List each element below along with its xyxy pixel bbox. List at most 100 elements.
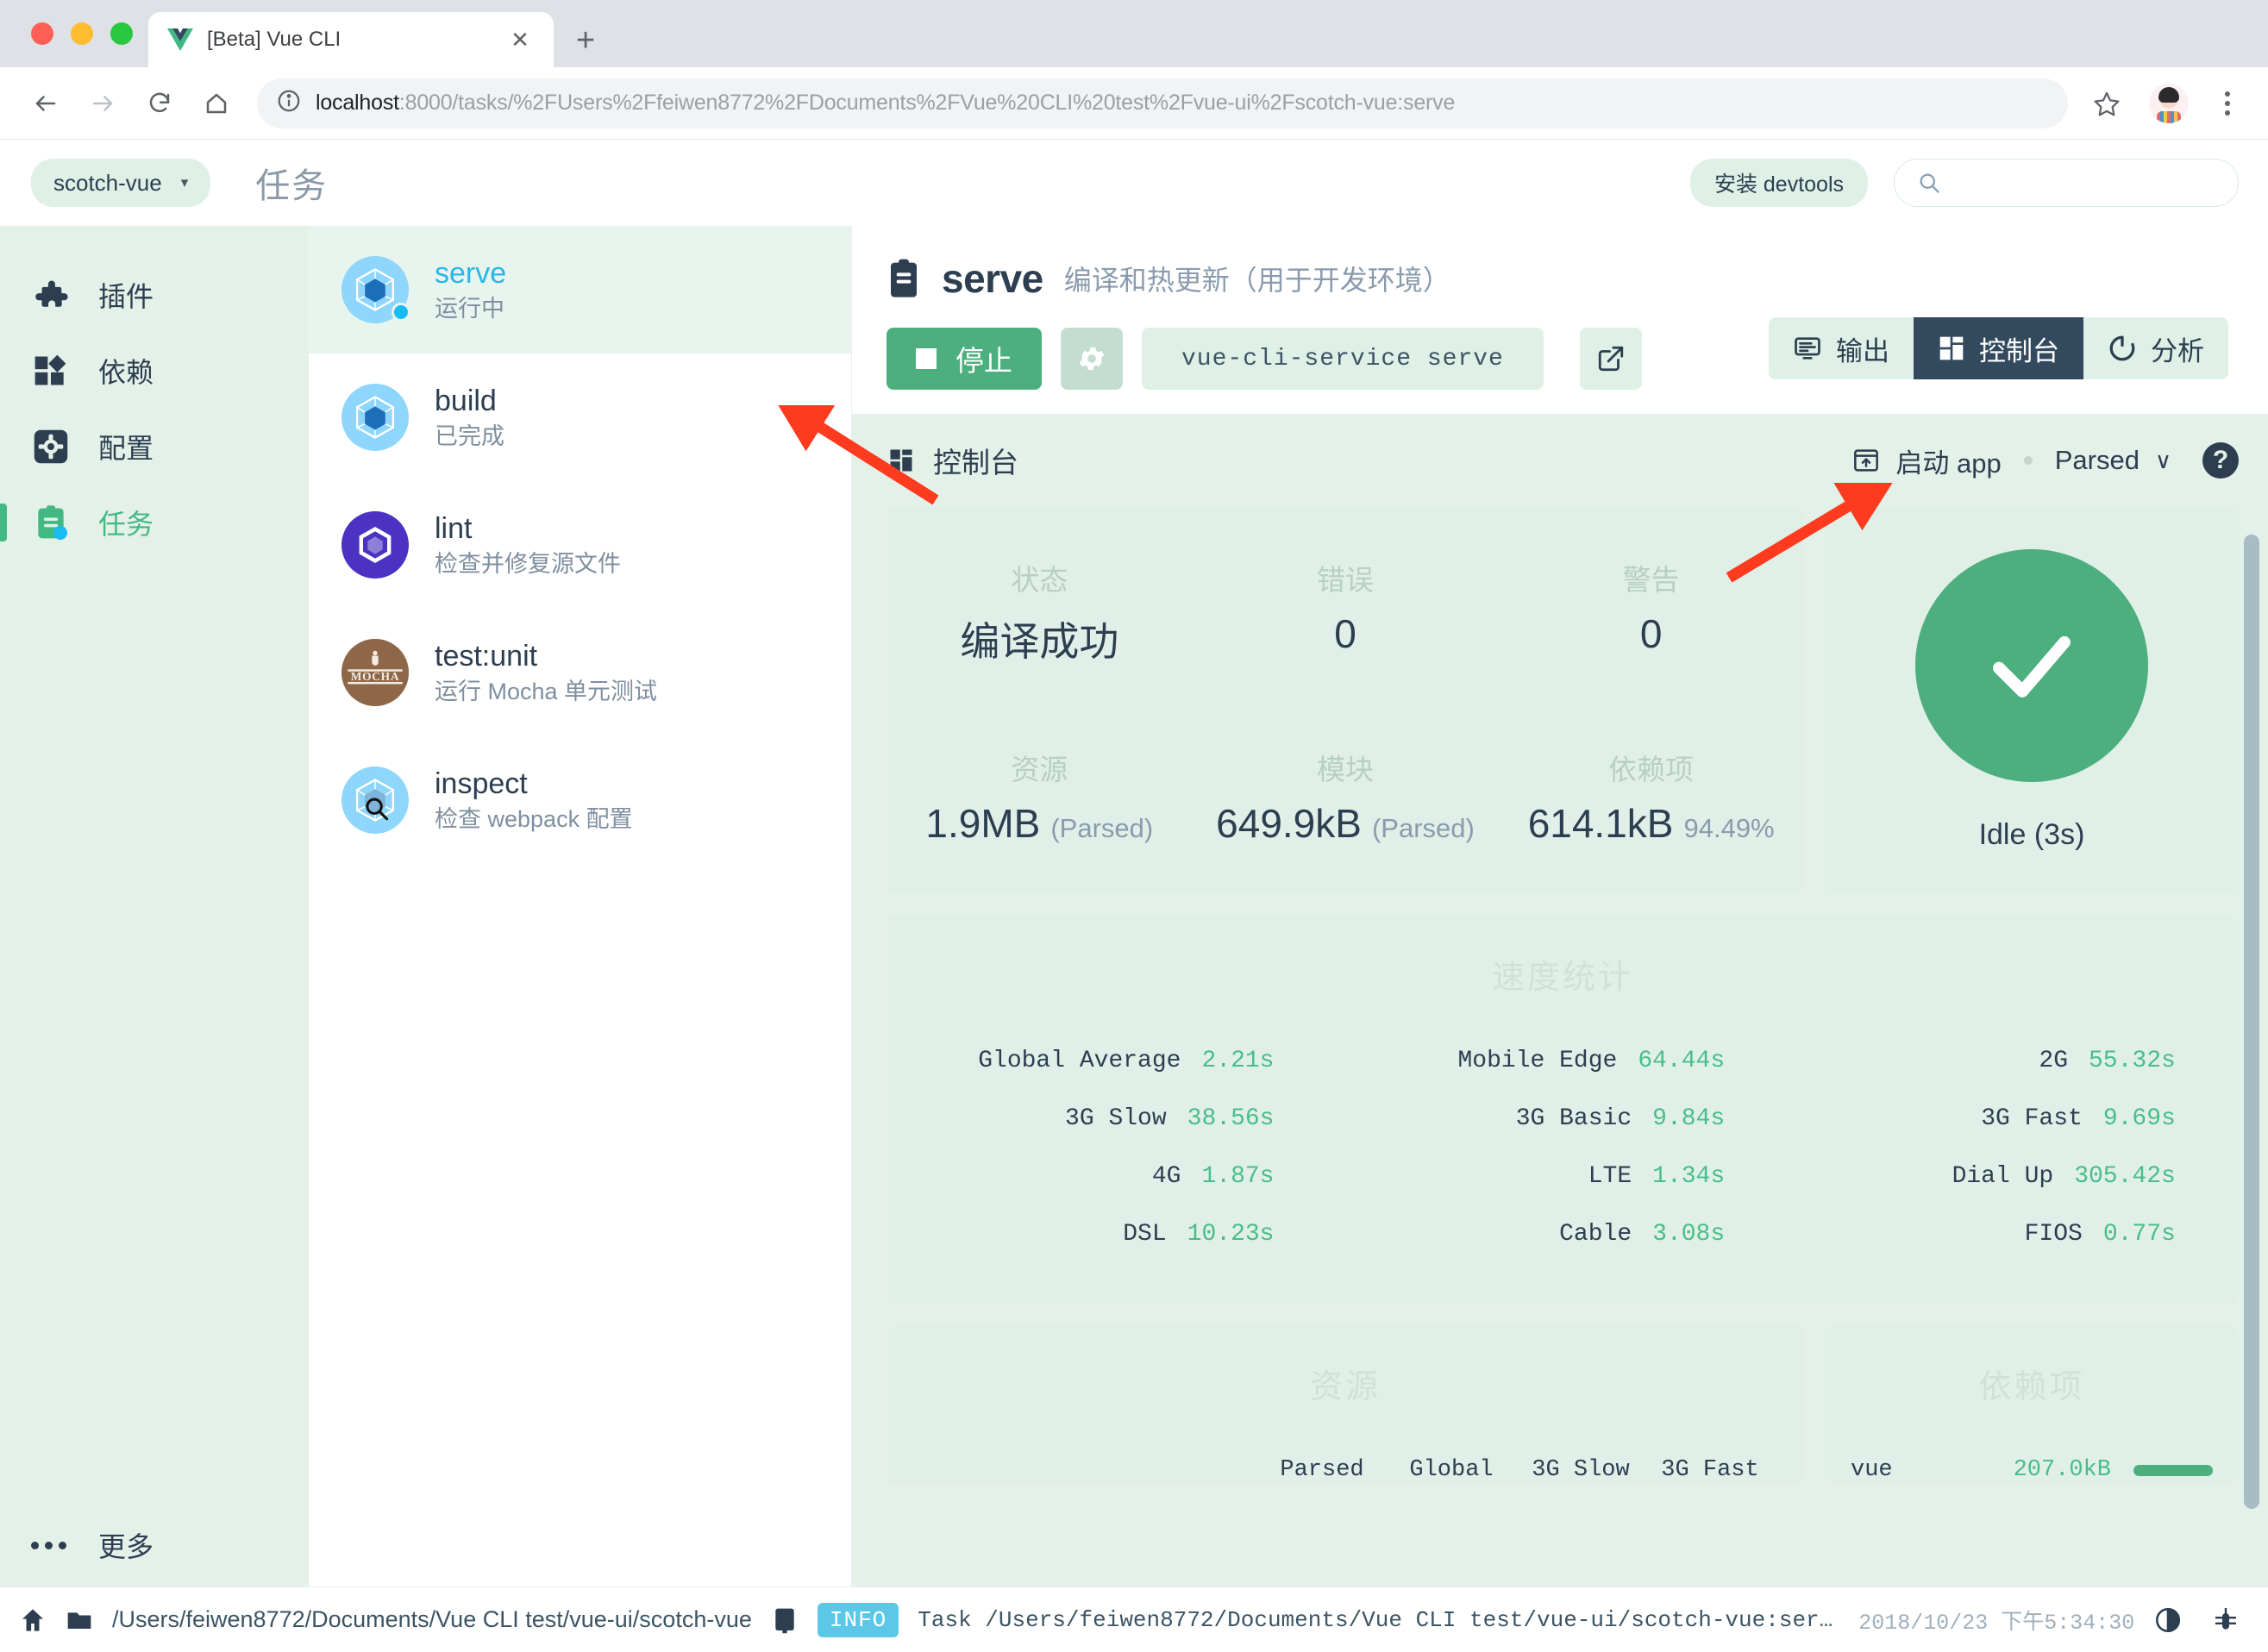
tab-label: 分析: [2151, 335, 2204, 366]
theme-toggle-icon[interactable]: [2153, 1605, 2183, 1635]
avatar[interactable]: [2149, 83, 2189, 123]
browser-tabstrip: [Beta] Vue CLI ✕ +: [0, 0, 2268, 67]
size-mode-select[interactable]: Parsed ∨: [2055, 445, 2171, 476]
sidebar-item-label: 配置: [98, 433, 154, 464]
success-check-icon: [1915, 548, 2148, 782]
stat-value-main: 1.9MB: [925, 801, 1041, 846]
dependency-row: vue 207.0kB: [1851, 1457, 2213, 1483]
stop-button[interactable]: 停止: [887, 328, 1042, 390]
stat-value: 649.9kB (Parsed): [1216, 800, 1475, 847]
scrollbar-thumb[interactable]: [2244, 535, 2259, 1509]
project-name: scotch-vue: [53, 169, 162, 196]
sidebar-more-button[interactable]: 更多: [0, 1504, 309, 1586]
dependencies-card: 依赖项 vue 207.0kB: [1825, 1325, 2239, 1485]
browser-tab-title: [Beta] Vue CLI: [207, 28, 341, 51]
sidebar-item-tasks[interactable]: 任务: [0, 485, 309, 560]
stat-value-main: 0: [1334, 611, 1356, 656]
speed-value: 9.69s: [2102, 1105, 2176, 1132]
speed-value: 3.08s: [1652, 1221, 1726, 1248]
browser-toolbar: localhost:8000/tasks/%2FUsers%2Ffeiwen87…: [0, 67, 2268, 140]
dependencies-title: 依赖项: [1978, 1369, 2085, 1405]
reload-icon[interactable]: [135, 78, 185, 128]
speed-value: 55.32s: [2089, 1048, 2176, 1074]
logs-icon[interactable]: [771, 1606, 799, 1634]
search-input[interactable]: [1894, 159, 2239, 207]
browser-menu-icon[interactable]: [2208, 91, 2247, 116]
speed-value: 2.21s: [1201, 1048, 1275, 1074]
speed-key: 3G Fast: [1981, 1105, 2083, 1132]
tab-dashboard[interactable]: 控制台: [1914, 317, 2083, 379]
dependency-name: vue: [1851, 1457, 1893, 1483]
sidebar-item-configuration[interactable]: 配置: [0, 409, 309, 485]
minimize-window-button[interactable]: [71, 22, 93, 45]
install-devtools-button[interactable]: 安装 devtools: [1689, 159, 1868, 207]
task-row[interactable]: lint 检查并修复源文件: [309, 481, 851, 609]
analyze-icon: [2109, 335, 2135, 361]
sidebar-item-plugins[interactable]: 插件: [0, 257, 309, 333]
speed-stats-card: 速度统计 Global Average 2.21s Mobile Edge 64.4…: [887, 916, 2239, 1303]
forward-icon[interactable]: [78, 78, 128, 128]
stats-grid: 状态 编译成功 错误 0 警告 0 资源 1.9MB (Parsed) 模块 6…: [887, 557, 1804, 847]
tab-label: 控制台: [1979, 335, 2059, 366]
task-subtitle: 编译和热更新（用于开发环境）: [1063, 265, 1450, 296]
speed-row: Mobile Edge 64.44s: [1338, 1048, 1789, 1074]
bug-icon[interactable]: [2212, 1606, 2240, 1634]
assets-title: 资源: [1309, 1369, 1381, 1405]
close-window-button[interactable]: [31, 22, 53, 45]
folder-icon[interactable]: [66, 1606, 93, 1634]
assets-table-header: Parsed Global 3G Slow 3G Fast: [887, 1457, 1804, 1484]
tab-label: 输出: [1836, 335, 1889, 366]
stat-value: 0: [1640, 610, 1663, 657]
project-selector[interactable]: scotch-vue ▾: [31, 159, 211, 207]
assets-column: Parsed: [1280, 1457, 1364, 1483]
dashboard-scrollbar[interactable]: [2244, 535, 2259, 1568]
speed-row: FIOS 0.77s: [1788, 1221, 2239, 1248]
assets-column: Global: [1409, 1457, 1494, 1483]
speed-row: 3G Basic 9.84s: [1338, 1105, 1789, 1132]
tab-output[interactable]: 输出: [1769, 317, 1914, 379]
bookmark-star-icon[interactable]: [2083, 80, 2130, 127]
tab-analyze[interactable]: 分析: [2083, 317, 2228, 379]
task-status: 已完成: [435, 423, 504, 450]
output-icon: [1795, 337, 1820, 360]
task-row[interactable]: inspect 检查 webpack 配置: [309, 736, 851, 864]
stat-warnings: 警告 0: [1498, 557, 1804, 667]
page-title: 任务: [255, 167, 329, 205]
task-row[interactable]: serve 运行中: [309, 226, 851, 354]
task-title: serve: [942, 256, 1043, 301]
task-status: 运行中: [435, 296, 504, 322]
browser-tab[interactable]: [Beta] Vue CLI ✕: [148, 12, 554, 67]
speed-row: 2G 55.32s: [1788, 1048, 2239, 1074]
stat-value: 614.1kB 94.49%: [1528, 800, 1775, 847]
stat-value: 编译成功: [960, 610, 1118, 667]
launch-app-button[interactable]: 启动 app: [1852, 441, 2002, 480]
stop-square-icon: [916, 348, 937, 369]
gear-icon: [31, 427, 71, 466]
back-icon[interactable]: [21, 78, 71, 128]
stat-label: 资源: [1011, 754, 1068, 785]
speed-value: 0.77s: [2102, 1221, 2176, 1248]
sidebar-item-label: 插件: [98, 281, 154, 312]
task-row[interactable]: build 已完成: [309, 354, 851, 481]
dashboard-title: 控制台: [888, 440, 1018, 481]
sidebar-item-dependencies[interactable]: 依赖: [0, 333, 309, 409]
task-status: 运行 Mocha 单元测试: [435, 679, 658, 705]
site-info-icon[interactable]: [276, 88, 302, 118]
speed-key: LTE: [1588, 1163, 1632, 1190]
close-icon[interactable]: ✕: [505, 27, 535, 53]
open-external-button[interactable]: [1579, 328, 1642, 390]
size-mode-value: Parsed: [2054, 445, 2140, 475]
idle-label: Idle (3s): [1978, 817, 2085, 851]
task-row[interactable]: MOCHA test:unit 运行 Mocha 单元测试: [309, 609, 851, 736]
stat-value-suffix: 94.49%: [1683, 813, 1775, 843]
maximize-window-button[interactable]: [110, 22, 133, 45]
speed-value: 1.34s: [1652, 1163, 1726, 1190]
address-bar[interactable]: localhost:8000/tasks/%2FUsers%2Ffeiwen87…: [257, 78, 2068, 128]
puzzle-icon: [31, 275, 71, 315]
home-icon[interactable]: [191, 78, 241, 128]
dashboard-title-label: 控制台: [933, 447, 1018, 479]
task-settings-button[interactable]: [1061, 328, 1123, 390]
home-icon[interactable]: [19, 1606, 47, 1634]
new-tab-button[interactable]: +: [576, 24, 595, 57]
help-button[interactable]: ?: [2202, 442, 2239, 479]
